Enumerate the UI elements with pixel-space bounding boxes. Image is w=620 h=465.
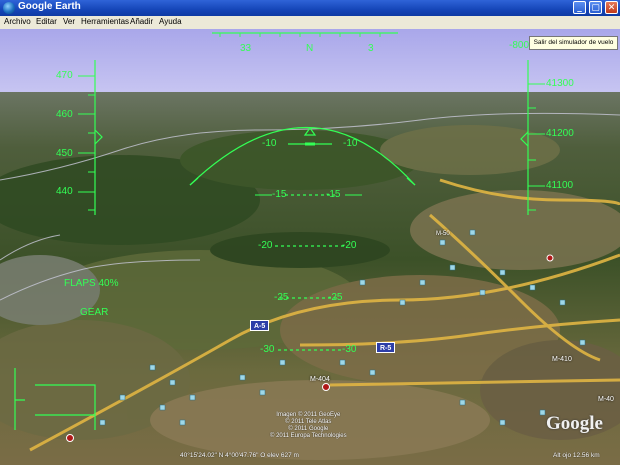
pitch-label-left: -15 — [272, 189, 287, 200]
pitch-label-right: -20 — [342, 240, 357, 251]
pitch-label-right: -15 — [326, 189, 341, 200]
road-label-m404: M-404 — [310, 376, 330, 383]
google-earth-window: Google Earth _ ▢ ✕ Archivo Editar Ver He… — [0, 0, 620, 465]
speed-tick: 470 — [56, 70, 73, 81]
altitude-tick: 41100 — [546, 180, 574, 191]
altitude-tick: 41200 — [546, 128, 574, 139]
eye-altitude-readout: Alt ojo 12.56 km — [553, 452, 600, 459]
google-logo: Google — [546, 413, 603, 434]
gear-indicator: GEAR — [80, 307, 109, 318]
road-label-r5: R-5 — [376, 342, 396, 353]
hud-text-layer: 33 N 3 -800 470 460 450 440 41300 41200 … — [0, 0, 620, 465]
imagery-attribution: Imagen © 2011 GeoEye © 2011 Tele Atlas ©… — [270, 412, 347, 439]
pitch-label-right: -10 — [343, 138, 358, 149]
pitch-label-left: -20 — [258, 240, 273, 251]
exit-flight-sim-tooltip[interactable]: Salir del simulador de vuelo — [529, 36, 618, 50]
pitch-label-left: -25 — [274, 292, 289, 303]
speed-tick: 460 — [56, 109, 73, 120]
road-label-m410: M-410 — [552, 356, 572, 363]
speed-tick: 440 — [56, 186, 73, 197]
coordinates-readout: 40°15'24.02" N 4°00'47.76" O elev 627 m — [180, 452, 299, 459]
flaps-indicator: FLAPS 40% — [64, 278, 119, 289]
heading-center: N — [306, 43, 314, 54]
speed-tick: 450 — [56, 148, 73, 159]
pitch-label-right: -25 — [328, 292, 343, 303]
road-label-m40: M-40 — [598, 396, 614, 403]
road-label-m50: M-50 — [436, 231, 450, 237]
pitch-label-right: -30 — [342, 344, 357, 355]
heading-left: 33 — [240, 43, 252, 54]
altitude-tick: 41300 — [546, 78, 574, 89]
pitch-label-left: -30 — [260, 344, 275, 355]
pitch-label-left: -10 — [262, 138, 277, 149]
vertical-speed: -800 — [509, 40, 530, 51]
road-label-a5: A-5 — [250, 320, 270, 331]
heading-right: 3 — [368, 43, 374, 54]
